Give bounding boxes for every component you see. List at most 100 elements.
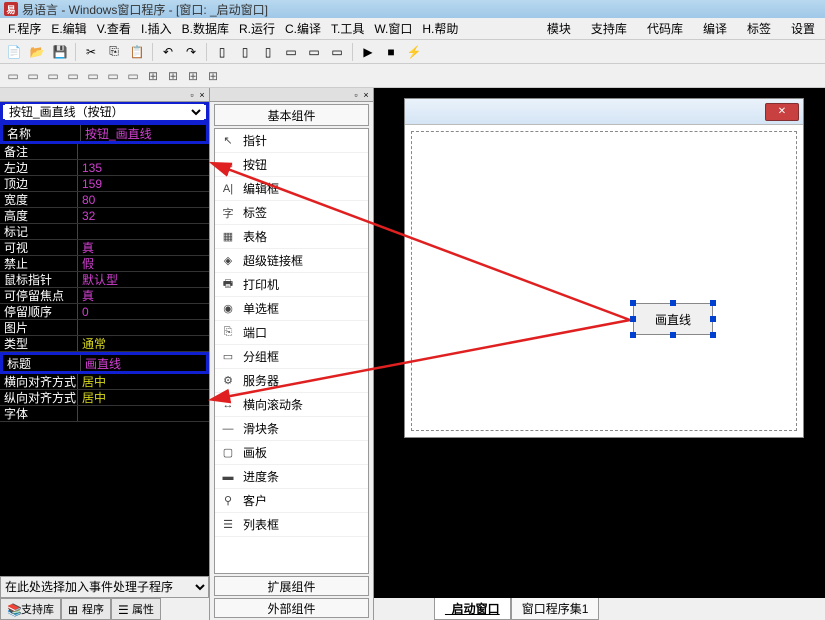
tb2-btn[interactable]: ▭ <box>124 67 142 85</box>
components-header[interactable]: 基本组件 <box>214 104 369 126</box>
menu-item[interactable]: H.帮助 <box>418 18 462 39</box>
align-middle-button[interactable]: ▭ <box>304 42 324 62</box>
property-value[interactable]: 135 <box>78 160 209 175</box>
selection-handle[interactable] <box>710 332 716 338</box>
menu-item[interactable]: T.工具 <box>327 18 368 39</box>
property-row[interactable]: 横向对齐方式居中 <box>0 374 209 390</box>
new-button[interactable]: 📄 <box>4 42 24 62</box>
property-row[interactable]: 可停留焦点真 <box>0 288 209 304</box>
components-section-button[interactable]: 扩展组件 <box>214 576 369 596</box>
copy-button[interactable]: ⎘ <box>104 42 124 62</box>
property-row[interactable]: 禁止假 <box>0 256 209 272</box>
design-window[interactable]: ✕ 画直线 <box>404 98 804 438</box>
menu-item[interactable]: 代码库 <box>643 18 687 39</box>
property-row[interactable]: 纵向对齐方式居中 <box>0 390 209 406</box>
component-item[interactable]: ◉单选框 <box>215 297 368 321</box>
property-row[interactable]: 顶边159 <box>0 176 209 192</box>
component-item[interactable]: A|编辑框 <box>215 177 368 201</box>
align-left-button[interactable]: ▯ <box>212 42 232 62</box>
menu-item[interactable]: F.程序 <box>4 18 45 39</box>
tb2-btn[interactable]: ⊞ <box>204 67 222 85</box>
bottom-tab[interactable]: _启动窗口 <box>434 598 511 620</box>
selection-handle[interactable] <box>630 332 636 338</box>
component-item[interactable]: ▢画板 <box>215 441 368 465</box>
component-item[interactable]: ◈超级链接框 <box>215 249 368 273</box>
property-value[interactable]: 默认型 <box>78 272 209 287</box>
component-item[interactable]: ↔横向滚动条 <box>215 393 368 417</box>
property-value[interactable]: 通常 <box>78 336 209 351</box>
paste-button[interactable]: 📋 <box>127 42 147 62</box>
component-item[interactable]: —滑块条 <box>215 417 368 441</box>
align-center-button[interactable]: ▯ <box>235 42 255 62</box>
selection-handle[interactable] <box>670 300 676 306</box>
bottom-tab[interactable]: 窗口程序集1 <box>511 598 600 620</box>
menu-item[interactable]: 模块 <box>543 18 575 39</box>
menu-item[interactable]: 设置 <box>787 18 819 39</box>
tb2-btn[interactable]: ⊞ <box>164 67 182 85</box>
menu-item[interactable]: C.编译 <box>281 18 325 39</box>
property-value[interactable] <box>78 144 209 159</box>
design-button[interactable]: 画直线 <box>633 303 713 335</box>
property-row[interactable]: 鼠标指针默认型 <box>0 272 209 288</box>
component-item[interactable]: ▦表格 <box>215 225 368 249</box>
components-list[interactable]: ↖指针▭按钮A|编辑框字标签▦表格◈超级链接框🖶打印机◉单选框⎘端口▭分组框⚙服… <box>214 128 369 574</box>
selection-handle[interactable] <box>710 316 716 322</box>
property-value[interactable] <box>78 224 209 239</box>
component-item[interactable]: ▬进度条 <box>215 465 368 489</box>
panel-close-icon[interactable]: × <box>361 90 371 100</box>
align-right-button[interactable]: ▯ <box>258 42 278 62</box>
property-row[interactable]: 字体 <box>0 406 209 422</box>
property-value[interactable]: 真 <box>78 240 209 255</box>
property-value[interactable] <box>78 406 209 421</box>
close-icon[interactable]: ✕ <box>765 103 799 121</box>
component-item[interactable]: ☰列表框 <box>215 513 368 537</box>
property-row[interactable]: 名称按钮_画直线 <box>0 122 209 144</box>
undo-button[interactable]: ↶ <box>158 42 178 62</box>
property-value[interactable]: 居中 <box>78 390 209 405</box>
menu-item[interactable]: R.运行 <box>235 18 279 39</box>
menu-item[interactable]: E.编辑 <box>47 18 90 39</box>
selection-handle[interactable] <box>630 316 636 322</box>
align-bottom-button[interactable]: ▭ <box>327 42 347 62</box>
menu-item[interactable]: V.查看 <box>93 18 135 39</box>
selection-handle[interactable] <box>710 300 716 306</box>
property-value[interactable]: 32 <box>78 208 209 223</box>
menu-item[interactable]: W.窗口 <box>370 18 416 39</box>
tb2-btn[interactable]: ⊞ <box>184 67 202 85</box>
component-item[interactable]: ▭按钮 <box>215 153 368 177</box>
property-row[interactable]: 可视真 <box>0 240 209 256</box>
tb2-btn[interactable]: ▭ <box>4 67 22 85</box>
selection-handle[interactable] <box>670 332 676 338</box>
left-tab[interactable]: 📚支持库 <box>0 598 61 620</box>
component-item[interactable]: ⚲客户 <box>215 489 368 513</box>
property-row[interactable]: 高度32 <box>0 208 209 224</box>
object-selector[interactable]: 按钮_画直线（按钮） <box>5 104 204 120</box>
property-value[interactable]: 159 <box>78 176 209 191</box>
component-item[interactable]: ⎘端口 <box>215 321 368 345</box>
property-value[interactable] <box>78 320 209 335</box>
property-value[interactable]: 80 <box>78 192 209 207</box>
property-row[interactable]: 停留顺序0 <box>0 304 209 320</box>
component-item[interactable]: ▭分组框 <box>215 345 368 369</box>
stop-button[interactable]: ■ <box>381 42 401 62</box>
open-button[interactable]: 📂 <box>27 42 47 62</box>
menu-item[interactable]: 支持库 <box>587 18 631 39</box>
property-row[interactable]: 类型通常 <box>0 336 209 352</box>
property-value[interactable]: 0 <box>78 304 209 319</box>
components-section-button[interactable]: 外部组件 <box>214 598 369 618</box>
menu-item[interactable]: 标签 <box>743 18 775 39</box>
align-top-button[interactable]: ▭ <box>281 42 301 62</box>
component-item[interactable]: 字标签 <box>215 201 368 225</box>
property-row[interactable]: 标题画直线 <box>0 352 209 374</box>
menu-item[interactable]: 编译 <box>699 18 731 39</box>
panel-minimize-icon[interactable]: ▫ <box>351 90 361 100</box>
redo-button[interactable]: ↷ <box>181 42 201 62</box>
menu-item[interactable]: B.数据库 <box>178 18 233 39</box>
tb2-btn[interactable]: ▭ <box>24 67 42 85</box>
tb2-btn[interactable]: ⊞ <box>144 67 162 85</box>
tb2-btn[interactable]: ▭ <box>44 67 62 85</box>
cut-button[interactable]: ✂ <box>81 42 101 62</box>
panel-minimize-icon[interactable]: ▫ <box>187 90 197 100</box>
property-value[interactable]: 假 <box>78 256 209 271</box>
property-value[interactable]: 画直线 <box>81 355 206 371</box>
